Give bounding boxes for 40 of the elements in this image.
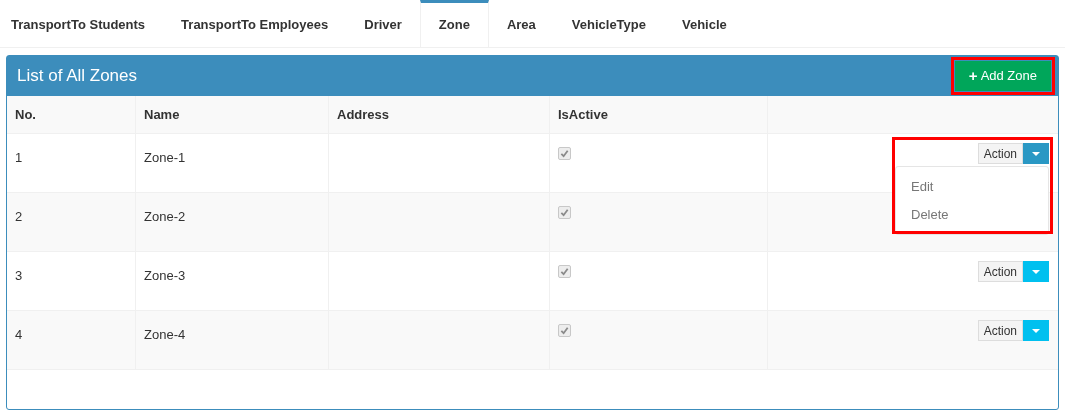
check-icon xyxy=(560,149,569,158)
column-header: Name xyxy=(144,105,180,124)
check-icon xyxy=(560,267,569,276)
table-cell: 1 xyxy=(15,150,23,165)
menu-item[interactable]: Delete xyxy=(896,200,1048,228)
tab[interactable]: Zone xyxy=(419,0,489,47)
tab[interactable]: TransportTo Students xyxy=(0,0,164,47)
dropdown-toggle[interactable] xyxy=(1023,143,1049,164)
table-cell: Zone-3 xyxy=(144,268,186,283)
table-cell: 3 xyxy=(15,268,23,283)
action-button[interactable]: Action xyxy=(977,143,1023,164)
dropdown-toggle[interactable] xyxy=(1023,261,1049,282)
check-icon xyxy=(560,326,569,335)
tab[interactable]: TransportTo Employees xyxy=(163,0,347,47)
tab[interactable]: Vehicle xyxy=(664,0,745,47)
checkbox[interactable] xyxy=(558,206,571,219)
action-button[interactable]: Action xyxy=(977,320,1023,341)
plus-icon: + xyxy=(968,64,978,88)
check-icon xyxy=(560,208,569,217)
column-header: IsActive xyxy=(558,105,608,124)
table-cell: Zone-4 xyxy=(144,327,186,342)
tab[interactable]: VehicleType xyxy=(553,0,664,47)
dropdown-toggle[interactable] xyxy=(1023,320,1049,341)
column-header: Address xyxy=(337,105,390,124)
panel-title: List of All Zones xyxy=(17,65,137,88)
checkbox[interactable] xyxy=(558,265,571,278)
checkbox[interactable] xyxy=(558,147,571,160)
caret-icon xyxy=(1032,151,1040,156)
table-cell: Zone-1 xyxy=(144,150,186,165)
menu-item[interactable]: Edit xyxy=(896,173,1048,201)
caret-icon xyxy=(1032,269,1040,274)
caret-icon xyxy=(1032,328,1040,333)
table-cell: Zone-2 xyxy=(144,209,186,224)
tab[interactable]: Driver xyxy=(346,0,420,47)
table-cell: 4 xyxy=(15,327,23,342)
tab[interactable]: Area xyxy=(488,0,554,47)
column-header: No. xyxy=(15,105,36,124)
table-cell: 2 xyxy=(15,209,23,224)
action-button[interactable]: Action xyxy=(977,261,1023,282)
checkbox[interactable] xyxy=(558,324,571,337)
